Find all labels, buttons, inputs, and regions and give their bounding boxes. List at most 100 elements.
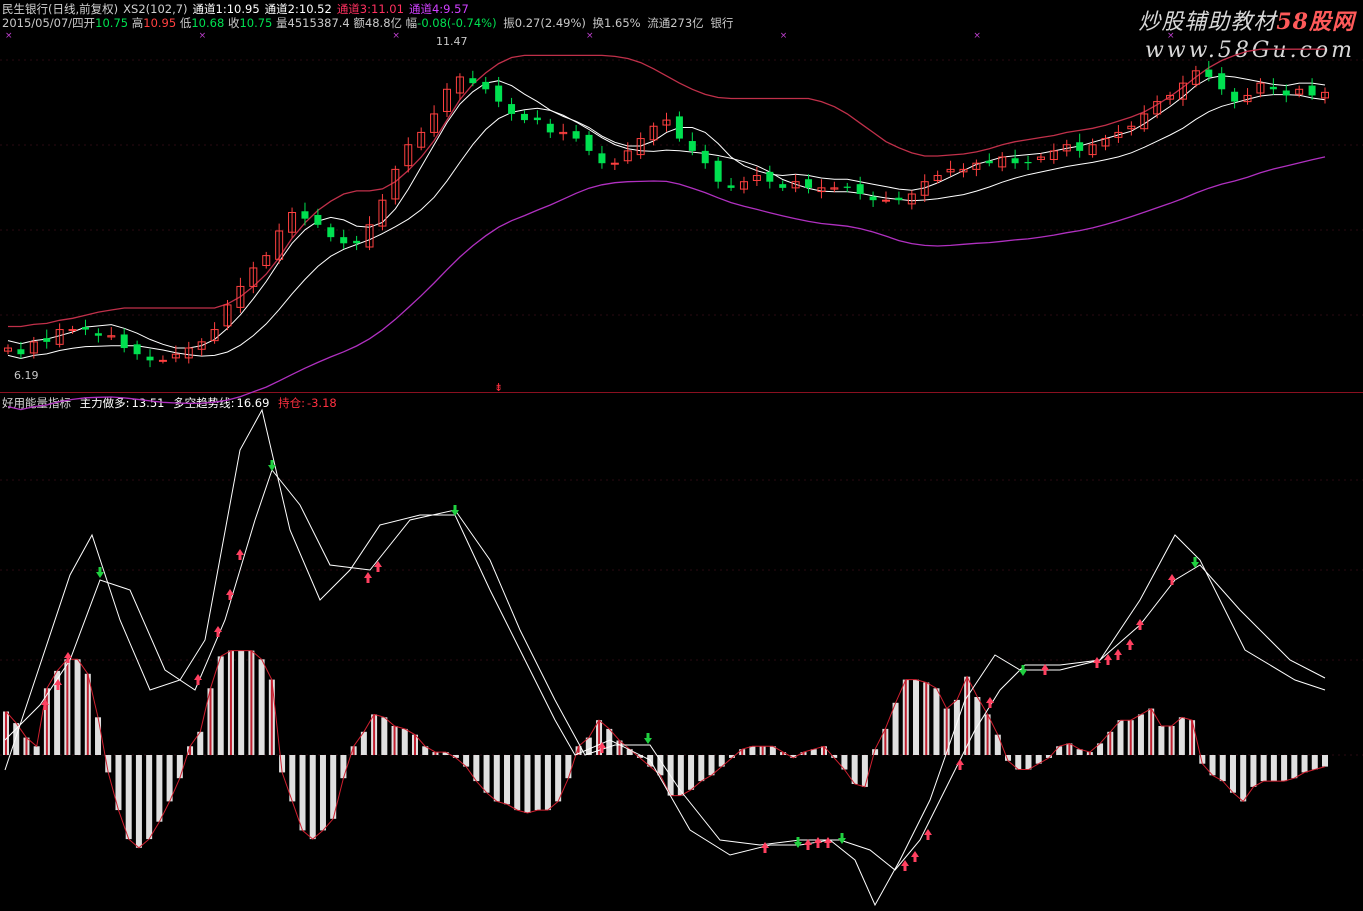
candle-body-up [158, 359, 167, 362]
candle-body-down [1218, 73, 1226, 90]
candle-body-down [727, 185, 735, 188]
hold-bar-stripe [45, 688, 48, 755]
hold-bar [146, 755, 153, 840]
sell-arrow-icon [268, 460, 276, 471]
buy-arrow-icon [1126, 639, 1134, 650]
candle-body-down [1231, 91, 1239, 102]
hold-bar [1158, 726, 1165, 755]
hold-bar-stripe [1170, 726, 1173, 755]
candle-body-down [869, 196, 877, 201]
hold-bar [74, 659, 81, 755]
hold-bar [994, 734, 1001, 755]
hold-bar [933, 688, 940, 755]
hold-bar [1240, 755, 1247, 802]
hold-bar [913, 679, 920, 755]
hold-bar-stripe [66, 659, 69, 755]
hold-bar [13, 723, 20, 755]
hold-bar [135, 755, 142, 848]
hold-bar [892, 702, 899, 755]
candle-body-down [1076, 142, 1084, 151]
buy-arrow-icon [364, 572, 372, 583]
hold-bar [473, 755, 480, 782]
candle-body-down [766, 171, 774, 182]
hold-bar [1178, 717, 1185, 755]
hold-bar [851, 755, 858, 784]
hold-bar [688, 755, 695, 790]
candle-body-down [520, 113, 528, 121]
hold-bar [514, 755, 521, 811]
hold-bar [1137, 714, 1144, 755]
candle-body-down [340, 237, 348, 244]
hold-bar-stripe [1129, 720, 1132, 755]
buy-arrow-icon [824, 837, 832, 848]
candle-body-down [585, 134, 593, 151]
candle-body-down [779, 184, 787, 188]
hold-bar [585, 737, 592, 755]
hold-bar-stripe [884, 728, 887, 755]
candle-body-down [1011, 158, 1019, 164]
hold-bar [504, 755, 511, 805]
hold-bar [166, 755, 173, 802]
buy-arrow-icon [1041, 664, 1049, 675]
buy-arrow-icon [374, 561, 382, 572]
signal-mark: × [1167, 31, 1175, 41]
candle-body-down [133, 344, 141, 355]
hold-bar [861, 755, 868, 787]
hold-bar [1281, 755, 1288, 782]
hold-bar-stripe [925, 682, 928, 755]
hold-bar [1301, 755, 1308, 773]
candle-body-down [120, 334, 128, 349]
hold-bar [544, 755, 551, 811]
candle-body-down [508, 104, 516, 114]
hold-bar [217, 656, 224, 755]
candle-body-down [146, 356, 154, 361]
hold-bar-stripe [1109, 731, 1112, 755]
candle-body-down [353, 240, 361, 244]
hold-bar [401, 728, 408, 755]
hold-bar-stripe [413, 734, 416, 755]
signal-mark: × [392, 31, 400, 41]
buy-arrow-icon [956, 759, 964, 770]
hold-bar [1025, 755, 1032, 770]
hold-bar-stripe [761, 746, 764, 755]
hold-bar [483, 755, 490, 793]
hold-bar [1056, 746, 1063, 755]
candle-body-down [301, 211, 309, 219]
hold-bar-stripe [86, 673, 89, 755]
candle-body-down [495, 85, 503, 102]
hold-bar [319, 755, 326, 831]
candle-body-down [572, 131, 580, 139]
hold-bar [749, 746, 756, 755]
sell-arrow-icon [794, 837, 802, 848]
sell-arrow-icon [838, 833, 846, 844]
hold-envelope-line [5, 650, 1326, 849]
hold-bar-stripe [25, 737, 28, 755]
buy-arrow-icon [1093, 657, 1101, 668]
candle-body-down [1024, 161, 1032, 164]
hold-bar [534, 755, 541, 811]
hold-bar [677, 755, 684, 796]
hold-bar-stripe [393, 726, 396, 755]
hold-bar [493, 755, 500, 802]
hold-bar [524, 755, 531, 813]
band-lower-line [7, 94, 1326, 360]
trend-line [4, 468, 1326, 871]
candle-body-down [17, 349, 25, 355]
hold-bar [176, 755, 183, 779]
hold-bar [555, 755, 562, 802]
signal-mark: × [586, 31, 594, 41]
candle-body-down [856, 184, 864, 195]
candle-body-down [482, 81, 490, 90]
signal-mark: × [973, 31, 981, 41]
candle-body-down [714, 160, 722, 182]
hold-bar [1291, 755, 1298, 779]
signal-mark: × [199, 31, 207, 41]
hold-bar [1250, 755, 1257, 787]
candle-body-down [985, 160, 993, 164]
buy-arrow-icon [804, 839, 812, 850]
candle-body-down [43, 338, 51, 342]
candle-body-down [533, 117, 541, 121]
sell-arrow-icon [1019, 665, 1027, 676]
upper-channel-line [8, 48, 1325, 328]
candle-body-down [1282, 90, 1290, 96]
